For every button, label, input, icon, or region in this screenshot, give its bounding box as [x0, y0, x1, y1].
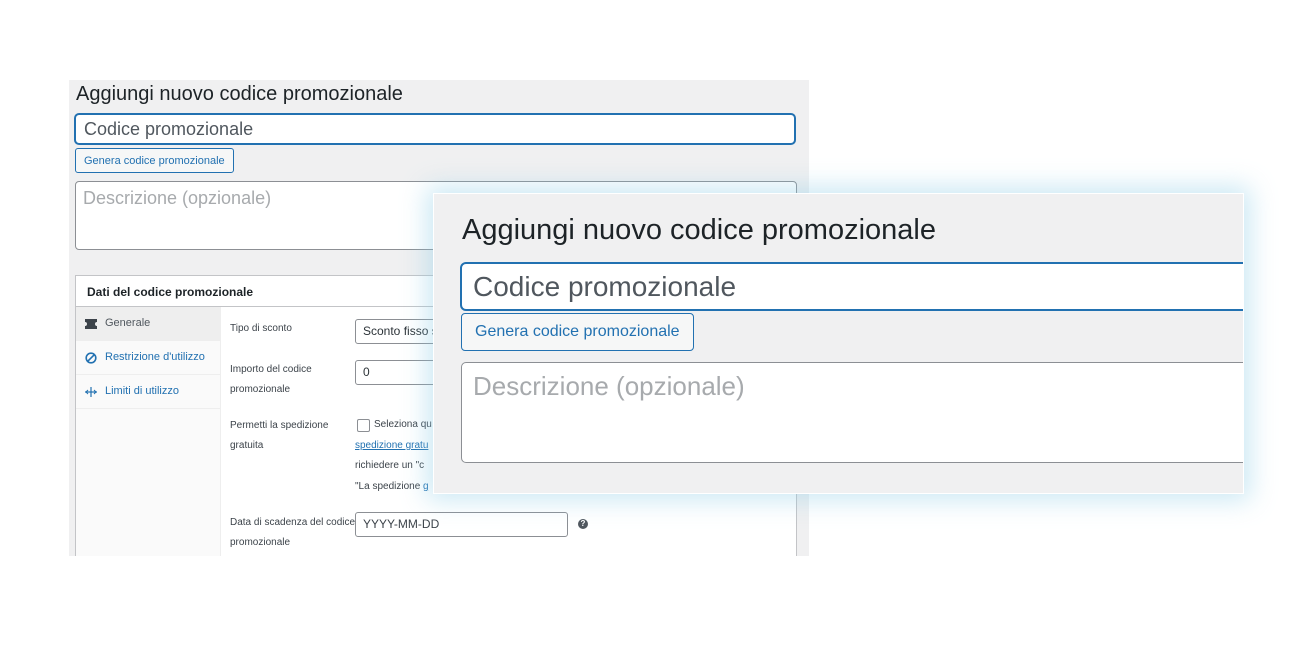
inline-link[interactable]: g: [423, 481, 429, 492]
label-line: promozionale: [230, 537, 291, 548]
coupon-amount-label: Importo del codice promozionale: [230, 360, 356, 400]
tab-label: Generale: [105, 317, 151, 329]
tab-usage-limits[interactable]: Limiti di utilizzo: [76, 375, 220, 409]
free-shipping-link-text[interactable]: spedizione gratu: [355, 440, 428, 451]
tab-label: Limiti di utilizzo: [105, 385, 179, 397]
page-title: Aggiungi nuovo codice promozionale: [462, 214, 936, 246]
arrows-icon: [84, 385, 98, 399]
free-shipping-checkbox[interactable]: [357, 419, 370, 432]
label-line: Data di scadenza del codice: [230, 517, 356, 528]
description-textarea[interactable]: [461, 362, 1243, 463]
expiry-date-input[interactable]: YYYY-MM-DD: [355, 512, 568, 537]
free-shipping-text-line4: "La spedizione g: [355, 477, 429, 497]
label-line: promozionale: [230, 384, 291, 395]
generate-coupon-button[interactable]: Genera codice promozionale: [461, 313, 694, 351]
coupon-data-tabs: Generale Restrizione d'utilizzo Limiti d…: [76, 307, 221, 556]
label-line: gratuita: [230, 440, 264, 451]
free-shipping-label: Permetti la spedizione gratuita: [230, 416, 356, 456]
help-icon[interactable]: ?: [578, 519, 588, 529]
discount-type-label: Tipo di sconto: [230, 323, 292, 334]
block-icon: [84, 351, 98, 365]
free-shipping-text: Seleziona qu: [374, 419, 432, 430]
coupon-code-input[interactable]: [461, 263, 1243, 310]
coupon-code-input[interactable]: [75, 114, 795, 144]
tab-usage-restriction[interactable]: Restrizione d'utilizzo: [76, 341, 220, 375]
tab-label: Restrizione d'utilizzo: [105, 351, 205, 363]
zoomed-title-card: Aggiungi nuovo codice promozionale Gener…: [433, 193, 1244, 494]
text-prefix: "La spedizione: [355, 481, 424, 492]
free-shipping-link[interactable]: spedizione gratu: [355, 436, 428, 456]
tab-general[interactable]: Generale: [76, 307, 220, 341]
label-line: Importo del codice: [230, 364, 312, 375]
free-shipping-text-line3: richiedere un "c: [355, 460, 425, 471]
generate-coupon-button[interactable]: Genera codice promozionale: [75, 148, 234, 173]
expiry-date-label: Data di scadenza del codice promozionale: [230, 513, 356, 553]
label-line: Permetti la spedizione: [230, 420, 329, 431]
ticket-icon: [84, 317, 98, 331]
page-title: Aggiungi nuovo codice promozionale: [76, 83, 403, 105]
